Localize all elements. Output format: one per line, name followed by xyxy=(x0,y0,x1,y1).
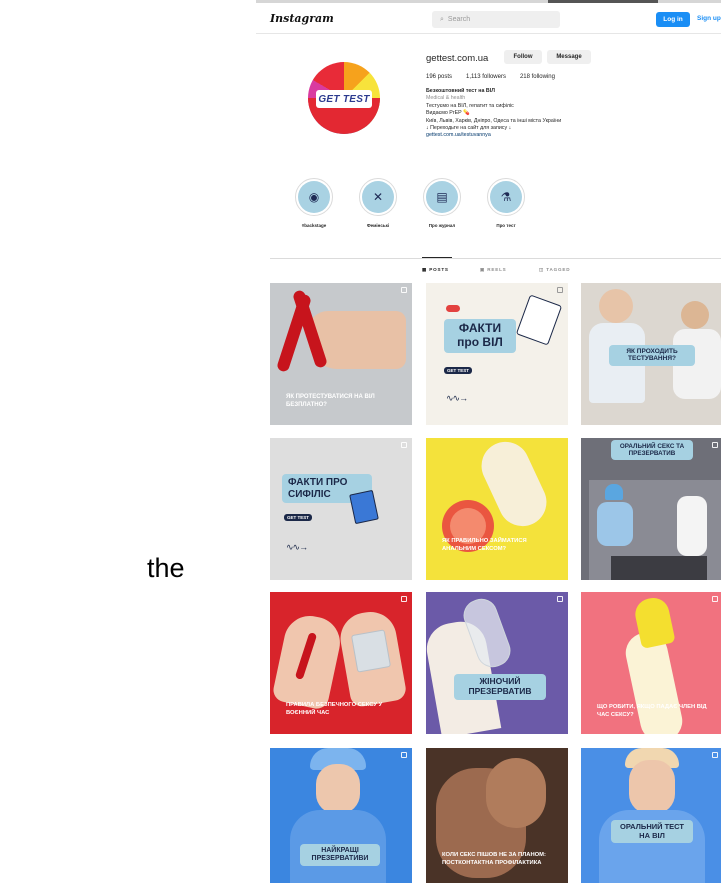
post-tile[interactable]: ЯК ПРАВИЛЬНО ЗАЙМАТИСЯ АНАЛЬНИМ СЕКСОМ? xyxy=(426,438,568,580)
instagram-logo[interactable]: Instagram xyxy=(270,12,334,25)
tabs-divider xyxy=(270,258,721,259)
post-caption: ПРАВИЛА БЕЗПЕЧНОГО СЕКСУ У ВОЄННИЙ ЧАС xyxy=(286,702,383,716)
search-placeholder: Search xyxy=(447,16,471,23)
outside-caption: the xyxy=(147,553,185,583)
post-brand: GET TEST xyxy=(444,367,473,374)
post-tile[interactable]: НАЙКРАЩІ ПРЕЗЕРВАТИВИ xyxy=(270,748,412,883)
profile-bio: Безкоштовний тест на ВІЛ Medical & healt… xyxy=(426,88,666,140)
search-input[interactable]: ⌕ Search xyxy=(432,11,560,28)
post-tile[interactable]: ОРАЛЬНИЙ ТЕСТ НА ВІЛ xyxy=(581,748,721,883)
tools-icon: ✕ xyxy=(362,181,394,213)
post-caption: ЯК ПРОТЕСТУВАТИСЯ НА ВІЛ БЕЗПЛАТНО? xyxy=(286,394,375,408)
highlight-backstage[interactable]: ◉ #backstage xyxy=(284,178,344,228)
post-caption: ЩО РОБИТИ, ЯКЩО ПАДАЄ ЧЛЕН ВІД ЧАС СЕКСУ… xyxy=(597,704,707,718)
highlight-feminski[interactable]: ✕ Фемінські xyxy=(348,178,408,228)
highlight-label: Фемінські xyxy=(366,223,390,228)
bio-line: Видаємо PrEP 💊 xyxy=(426,110,470,117)
pin-icon xyxy=(401,287,407,293)
login-button[interactable]: Log in xyxy=(656,12,690,27)
pulse-icon: ∿∿→ xyxy=(446,393,468,403)
post-title: ФАКТИ про ВІЛ xyxy=(444,319,516,353)
post-caption: ЯК ПРАВИЛЬНО ЗАЙМАТИСЯ АНАЛЬНИМ СЕКСОМ? xyxy=(442,538,527,552)
tab-posts[interactable]: ▦ POSTS xyxy=(422,267,449,273)
top-navigation-bar: Instagram ⌕ Search Log in Sign up xyxy=(256,4,721,34)
reel-icon xyxy=(401,752,407,758)
post-tile[interactable]: КОЛИ СЕКС ПІШОВ НЕ ЗА ПЛАНОМ: ПОСТКОНТАК… xyxy=(426,748,568,883)
pulse-icon: ∿∿→ xyxy=(286,542,308,552)
post-caption: ЯК ПРОХОДИТЬ ТЕСТУВАННЯ? xyxy=(609,345,695,366)
post-caption: ЖІНОЧИЙ ПРЕЗЕРВАТИВ xyxy=(454,674,546,700)
avatar[interactable]: GET TEST xyxy=(308,62,380,134)
post-tile[interactable]: ПРАВИЛА БЕЗПЕЧНОГО СЕКСУ У ВОЄННИЙ ЧАС xyxy=(270,592,412,734)
following-count[interactable]: 218 following xyxy=(520,74,555,80)
post-caption: КОЛИ СЕКС ПІШОВ НЕ ЗА ПЛАНОМ: ПОСТКОНТАК… xyxy=(442,852,546,866)
highlight-about-journal[interactable]: ▤ Про журнал xyxy=(412,178,472,228)
tab-tagged[interactable]: ◫ TAGGED xyxy=(539,267,570,273)
gettest-logo: GET TEST xyxy=(316,90,372,108)
pin-icon xyxy=(557,287,563,293)
bio-link[interactable]: gettest.com.ua/testuvannya xyxy=(426,132,666,139)
post-tile[interactable]: ЯК ПРОХОДИТЬ ТЕСТУВАННЯ? xyxy=(581,283,721,425)
bio-line: ↓ Переходьте на сайт для запису ↓ xyxy=(426,125,512,132)
highlight-label: Про тест xyxy=(496,223,516,228)
signup-link[interactable]: Sign up xyxy=(697,15,721,22)
bio-name: Безкоштовний тест на ВІЛ xyxy=(426,88,495,94)
post-tile[interactable]: ЩО РОБИТИ, ЯКЩО ПАДАЄ ЧЛЕН ВІД ЧАС СЕКСУ… xyxy=(581,592,721,734)
gettest-logo-icon: ◉ xyxy=(298,181,330,213)
reel-icon xyxy=(712,442,718,448)
reel-icon xyxy=(557,596,563,602)
message-button[interactable]: Message xyxy=(547,50,591,64)
reel-icon xyxy=(401,596,407,602)
posts-count: 196 posts xyxy=(426,74,453,80)
post-brand: GET TEST xyxy=(284,514,313,521)
profile-stats: 196 posts 1,113 followers 218 following xyxy=(426,74,555,80)
post-caption: НАЙКРАЩІ ПРЕЗЕРВАТИВИ xyxy=(300,844,380,867)
highlight-label: #backstage xyxy=(301,223,327,228)
post-tile[interactable]: ФАКТИ ПРО СИФІЛІС GET TEST ∿∿→ xyxy=(270,438,412,580)
highlight-about-test[interactable]: ⚗ Про тест xyxy=(476,178,536,228)
highlight-label: Про журнал xyxy=(428,223,456,228)
reel-icon xyxy=(712,752,718,758)
follow-button[interactable]: Follow xyxy=(504,50,542,64)
followers-count[interactable]: 1,113 followers xyxy=(466,74,506,80)
search-icon: ⌕ xyxy=(440,15,444,23)
instagram-profile-screenshot: Instagram ⌕ Search Log in Sign up GET TE… xyxy=(256,0,721,883)
active-tab-indicator xyxy=(422,257,452,258)
post-caption: ОРАЛЬНИЙ ТЕСТ НА ВІЛ xyxy=(611,820,693,844)
post-tile[interactable]: ФАКТИ про ВІЛ GET TEST ∿∿→ xyxy=(426,283,568,425)
post-caption: ОРАЛЬНИЙ СЕКС ТА ПРЕЗЕРВАТИВ xyxy=(611,440,693,461)
post-tile[interactable]: ОРАЛЬНИЙ СЕКС ТА ПРЕЗЕРВАТИВ xyxy=(581,438,721,580)
pin-icon xyxy=(401,442,407,448)
post-tile[interactable]: ЖІНОЧИЙ ПРЕЗЕРВАТИВ xyxy=(426,592,568,734)
tab-reels[interactable]: ▣ REELS xyxy=(480,267,507,273)
post-tile[interactable]: ЯК ПРОТЕСТУВАТИСЯ НА ВІЛ БЕЗПЛАТНО? xyxy=(270,283,412,425)
bio-category: Medical & health xyxy=(426,95,466,102)
browser-top-edge xyxy=(256,0,721,3)
test-tube-icon: ⚗ xyxy=(490,181,522,213)
bio-line: Київ, Львів, Харків, Дніпро, Одеса та ін… xyxy=(426,117,562,124)
reel-icon xyxy=(712,596,718,602)
book-icon: ▤ xyxy=(426,181,458,213)
profile-username: gettest.com.ua xyxy=(426,53,489,64)
